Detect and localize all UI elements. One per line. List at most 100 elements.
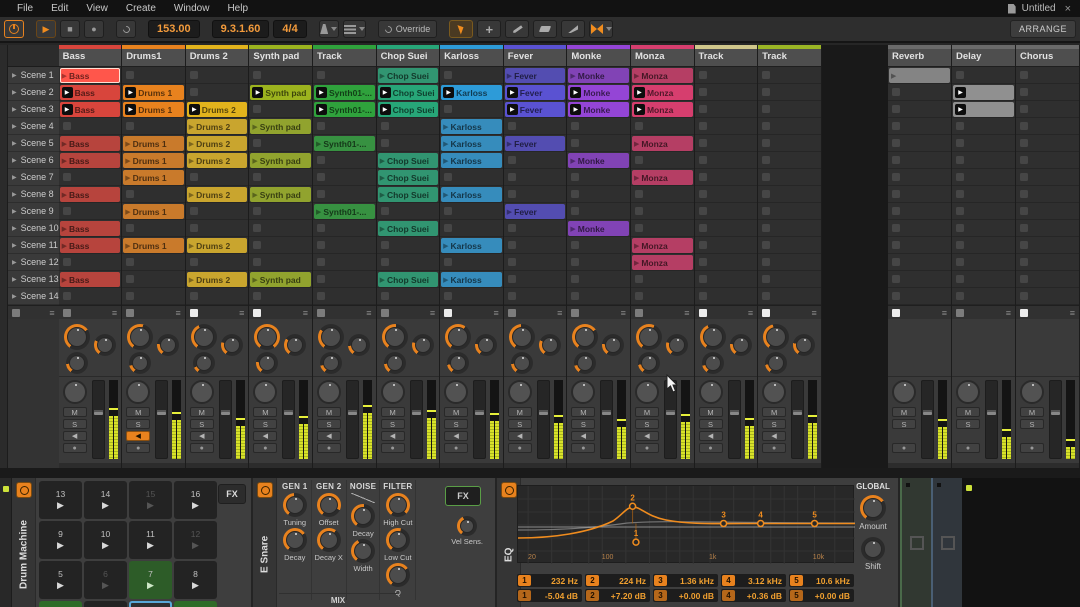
stop-clips-button[interactable] bbox=[508, 309, 516, 317]
fader-handle[interactable] bbox=[94, 410, 103, 415]
drum-pad-11[interactable]: 11▶ bbox=[129, 521, 172, 559]
clip[interactable]: ▶Bass bbox=[60, 221, 121, 236]
clip-play-icon[interactable]: ▶ bbox=[955, 87, 966, 98]
clip-overview-icon[interactable]: ≡ bbox=[430, 309, 435, 317]
clip-slot[interactable] bbox=[758, 186, 821, 203]
high-cut-knob[interactable] bbox=[386, 493, 410, 517]
clip[interactable]: ▶Bass bbox=[60, 238, 121, 253]
track-header[interactable]: Track bbox=[758, 45, 821, 67]
clip-slot[interactable]: ▶Drums 1 bbox=[122, 152, 185, 169]
decay-knob[interactable] bbox=[283, 528, 307, 552]
clip[interactable]: ▶Drums 2 bbox=[187, 153, 248, 168]
clip-slot[interactable] bbox=[888, 220, 951, 237]
clip-slot[interactable]: ▶Synth pad bbox=[249, 84, 312, 101]
track-header[interactable]: Delay bbox=[952, 45, 1015, 67]
clip-slot[interactable] bbox=[758, 203, 821, 220]
vel-sens-knob[interactable] bbox=[457, 516, 477, 536]
mute-button[interactable]: M bbox=[317, 407, 341, 417]
clip-slot[interactable] bbox=[504, 271, 567, 288]
clip-slot[interactable] bbox=[888, 152, 951, 169]
send-knob[interactable] bbox=[509, 324, 535, 350]
clip[interactable]: ▶Synth pad bbox=[250, 187, 311, 202]
clip-slot[interactable] bbox=[758, 135, 821, 152]
clip[interactable]: ▶Drums 2 bbox=[187, 238, 248, 253]
send-knob[interactable] bbox=[700, 324, 726, 350]
clip[interactable]: ▶Fever bbox=[505, 204, 566, 219]
pad-play-icon[interactable]: ▶ bbox=[147, 580, 154, 591]
clip-slot[interactable] bbox=[1016, 135, 1079, 152]
track-header[interactable]: Chop Suei bbox=[377, 45, 440, 67]
clip-slot[interactable] bbox=[695, 169, 758, 186]
clip[interactable]: ▶Monke bbox=[568, 85, 629, 100]
clip-slot[interactable]: ▶Drums 2 bbox=[186, 271, 249, 288]
clip-slot[interactable] bbox=[695, 254, 758, 271]
fader-handle[interactable] bbox=[284, 410, 293, 415]
clip-slot[interactable]: ▶Synth pad bbox=[249, 271, 312, 288]
send-knob[interactable] bbox=[256, 352, 278, 374]
clip-overview-icon[interactable]: ≡ bbox=[1006, 309, 1011, 317]
pointer-tool-button[interactable] bbox=[449, 20, 473, 38]
clip-slot[interactable]: ▶Karloss bbox=[440, 237, 503, 254]
mute-button[interactable]: M bbox=[63, 407, 87, 417]
clip[interactable]: ▶Karloss bbox=[441, 119, 502, 134]
clip-slot[interactable] bbox=[122, 118, 185, 135]
clip-slot[interactable] bbox=[377, 237, 440, 254]
clip-slot[interactable]: ▶Drums 2 bbox=[186, 135, 249, 152]
clip-slot[interactable]: ▶ bbox=[888, 67, 951, 84]
clip-play-icon[interactable]: ▶ bbox=[634, 87, 645, 98]
scene-play-icon[interactable]: ▶ bbox=[12, 157, 17, 164]
clip-slot[interactable]: ▶Monza bbox=[631, 169, 694, 186]
clip-slot[interactable]: ▶Karloss bbox=[440, 84, 503, 101]
clip-slot[interactable] bbox=[377, 288, 440, 305]
clip-slot[interactable]: ▶Synth01-... bbox=[313, 84, 376, 101]
clip-slot[interactable]: ▶Drums 1 bbox=[122, 203, 185, 220]
clip-slot[interactable] bbox=[758, 254, 821, 271]
clip-slot[interactable] bbox=[1016, 169, 1079, 186]
send-knob[interactable] bbox=[384, 352, 406, 374]
clip-slot[interactable]: ▶Drums 1 bbox=[122, 169, 185, 186]
pad-play-icon[interactable]: ▶ bbox=[147, 540, 154, 551]
add-tool-button[interactable]: + bbox=[477, 20, 501, 38]
send-knob[interactable] bbox=[702, 352, 724, 374]
send-knob[interactable] bbox=[382, 324, 408, 350]
clip-slot[interactable] bbox=[313, 169, 376, 186]
clip-play-icon[interactable]: ▶ bbox=[62, 87, 73, 98]
clip-slot[interactable] bbox=[313, 186, 376, 203]
scene-row[interactable]: ▶Scene 11 bbox=[8, 237, 59, 254]
clip-slot[interactable] bbox=[695, 84, 758, 101]
send-knob[interactable] bbox=[638, 352, 660, 374]
pad-play-icon[interactable]: ▶ bbox=[57, 540, 64, 551]
clip-overview-icon[interactable]: ≡ bbox=[366, 309, 371, 317]
track-header[interactable]: Drums1 bbox=[122, 45, 185, 67]
mute-button[interactable]: M bbox=[635, 407, 659, 417]
clip-slot[interactable] bbox=[440, 169, 503, 186]
clip-play-icon[interactable]: ▶ bbox=[125, 104, 136, 115]
fader-handle[interactable] bbox=[602, 410, 611, 415]
clip[interactable]: ▶Drums 1 bbox=[123, 170, 184, 185]
monitor-button[interactable]: ◀ bbox=[635, 431, 659, 441]
clip-slot[interactable] bbox=[952, 118, 1015, 135]
send-knob[interactable] bbox=[730, 334, 752, 356]
clip-overview-icon[interactable]: ≡ bbox=[942, 309, 947, 317]
eq-gain-readout[interactable]: 2+7.20 dB bbox=[585, 589, 650, 602]
pad-play-icon[interactable]: ▶ bbox=[102, 540, 109, 551]
pan-knob[interactable] bbox=[762, 380, 786, 404]
position-display[interactable]: 9.3.1.60 bbox=[212, 20, 270, 38]
clip-play-icon[interactable]: ▶ bbox=[380, 87, 391, 98]
volume-fader[interactable] bbox=[664, 380, 677, 459]
time-signature-display[interactable]: 4/4 bbox=[273, 20, 306, 38]
track-header[interactable]: Monza bbox=[631, 45, 694, 67]
close-icon[interactable]: × bbox=[1062, 3, 1074, 15]
stop-clips-button[interactable] bbox=[571, 309, 579, 317]
send-knob[interactable] bbox=[793, 334, 815, 356]
clip-slot[interactable] bbox=[504, 288, 567, 305]
clip-slot[interactable] bbox=[1016, 152, 1079, 169]
volume-fader[interactable] bbox=[410, 380, 423, 459]
eq-freq-readout[interactable]: 43.12 kHz bbox=[721, 574, 786, 587]
clip-slot[interactable] bbox=[695, 237, 758, 254]
clip-slot[interactable] bbox=[952, 152, 1015, 169]
clip-slot[interactable] bbox=[1016, 254, 1079, 271]
clip[interactable]: ▶Chop Suei bbox=[378, 187, 439, 202]
clip-slot[interactable]: ▶Bass bbox=[59, 220, 122, 237]
tempo-display[interactable]: 153.00 bbox=[148, 20, 200, 38]
